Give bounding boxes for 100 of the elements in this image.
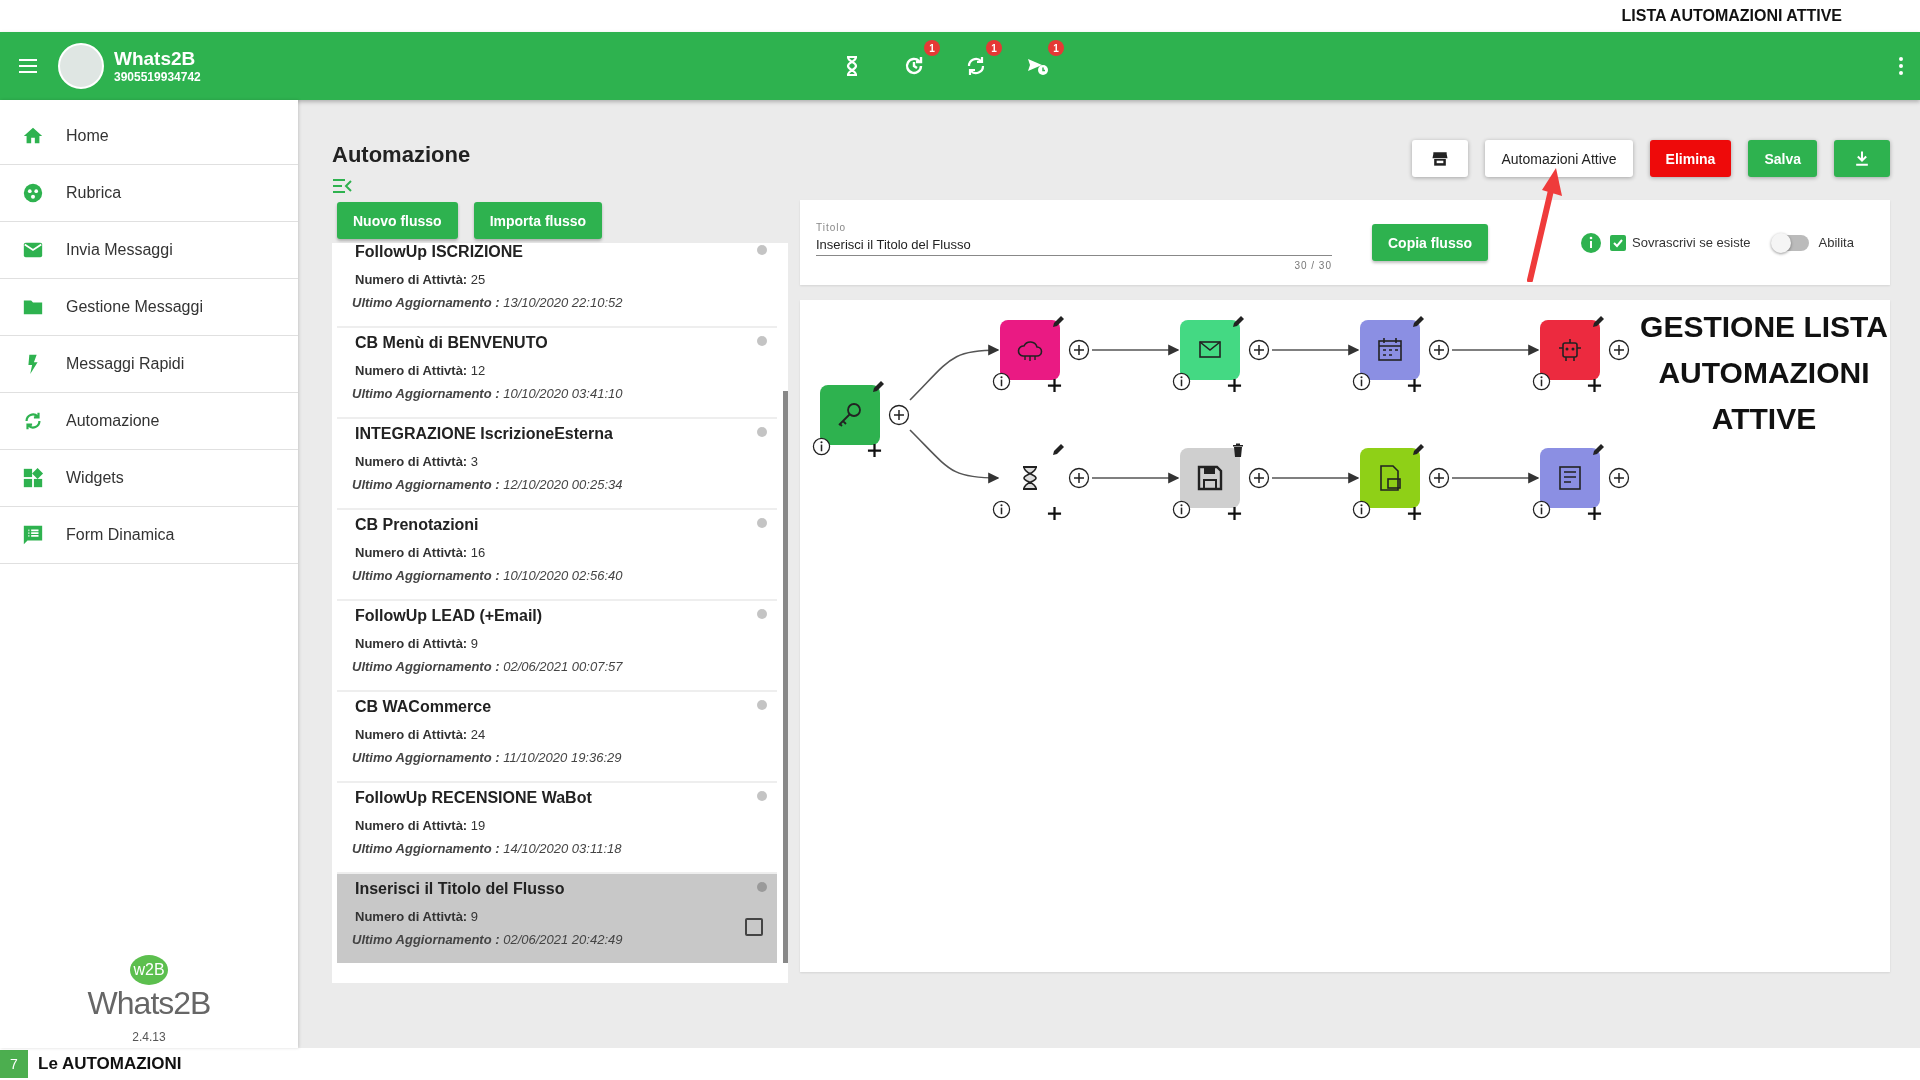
info-icon[interactable] <box>812 437 831 456</box>
plus-icon[interactable] <box>1227 378 1242 393</box>
status-dot <box>757 791 767 801</box>
flow-node[interactable] <box>1000 320 1060 380</box>
flow-list-item[interactable]: CB Menù di BENVENUTO Numero di Attivtà: 12 Ultimo Aggiornamento : 10/10/2020 03:41:10 <box>337 328 777 419</box>
status-dot <box>757 336 767 346</box>
pencil-icon[interactable] <box>1050 314 1066 330</box>
info-icon[interactable] <box>1352 500 1371 519</box>
plus-icon[interactable] <box>867 443 882 458</box>
info-icon[interactable] <box>992 372 1011 391</box>
toggle-label: Abilita <box>1818 235 1854 250</box>
pencil-icon[interactable] <box>1230 314 1246 330</box>
add-circle-icon[interactable] <box>1068 339 1090 361</box>
avatar <box>58 43 104 89</box>
pencil-icon[interactable] <box>870 379 886 395</box>
plus-icon[interactable] <box>1587 506 1602 521</box>
add-circle-icon[interactable] <box>1248 467 1270 489</box>
notification-badge: 1 <box>1048 40 1064 56</box>
pencil-icon[interactable] <box>1590 314 1606 330</box>
action-button[interactable]: Automazioni Attive <box>1485 140 1633 177</box>
flow-list-item[interactable]: CB WACommerce Numero di Attivtà: 24 Ultimo Aggiornamento : 11/10/2020 19:36:29 <box>337 692 777 783</box>
store-button[interactable] <box>1412 140 1469 177</box>
flow-node[interactable] <box>1180 448 1240 508</box>
plus-icon[interactable] <box>1047 378 1062 393</box>
flow-node[interactable] <box>1360 320 1420 380</box>
pencil-icon[interactable] <box>1410 314 1426 330</box>
sidebar-item[interactable]: Invia Messaggi <box>0 222 298 279</box>
info-icon[interactable] <box>1172 500 1191 519</box>
add-circle-icon[interactable] <box>1608 467 1630 489</box>
flow-list-item[interactable]: FollowUp ISCRIZIONE Numero di Attivtà: 25 Ultimo Aggiornamento : 13/10/2020 22:10:52 <box>337 243 777 328</box>
activity-count: Numero di Attivtà: 19 <box>355 818 487 833</box>
notification-badge: 1 <box>924 40 940 56</box>
add-circle-icon[interactable] <box>1608 339 1630 361</box>
plus-icon[interactable] <box>1227 506 1242 521</box>
status-dot <box>757 882 767 892</box>
last-updated: Ultimo Aggiornamento : 10/10/2020 03:41:10 <box>352 386 624 401</box>
scrollbar-thumb[interactable] <box>783 391 788 963</box>
add-circle-icon[interactable] <box>888 404 910 426</box>
sidebar-item[interactable]: Form Dinamica <box>0 507 298 564</box>
flow-title: FollowUp RECENSIONE WaBot <box>355 789 592 807</box>
flow-node[interactable] <box>1540 320 1600 380</box>
flow-list-item[interactable]: Inserisci il Titolo del Flusso Numero di Attivtà: 9 Ultimo Aggiornamento : 02/06/2021 20:42:49 <box>337 874 777 963</box>
trash-icon[interactable] <box>1230 442 1246 458</box>
last-updated: Ultimo Aggiornamento : 13/10/2020 22:10:52 <box>352 295 624 310</box>
plus-icon[interactable] <box>1407 506 1422 521</box>
flow-title: CB Prenotazioni <box>355 516 479 534</box>
add-circle-icon[interactable] <box>1428 467 1450 489</box>
plus-icon[interactable] <box>1587 378 1602 393</box>
flow-node[interactable] <box>1360 448 1420 508</box>
last-updated: Ultimo Aggiornamento : 14/10/2020 03:11:18 <box>352 841 623 856</box>
status-dot <box>757 518 767 528</box>
sidebar-item[interactable]: Gestione Messaggi <box>0 279 298 336</box>
flow-node[interactable] <box>1540 448 1600 508</box>
activity-count: Numero di Attivtà: 12 <box>355 363 487 378</box>
flow-node[interactable] <box>1180 320 1240 380</box>
checkbox-label: Sovrascrivi se esiste <box>1632 235 1751 250</box>
status-dot <box>757 609 767 619</box>
info-icon[interactable] <box>992 500 1011 519</box>
activity-count: Numero di Attivtà: 9 <box>355 636 480 651</box>
info-icon[interactable] <box>1532 372 1551 391</box>
plus-icon[interactable] <box>1047 506 1062 521</box>
plus-icon[interactable] <box>1407 378 1422 393</box>
info-icon[interactable] <box>1172 372 1191 391</box>
add-circle-icon[interactable] <box>1248 339 1270 361</box>
flow-title: CB Menù di BENVENUTO <box>355 334 548 352</box>
sidebar-item[interactable]: Rubrica <box>0 165 298 222</box>
more-icon[interactable] <box>1898 56 1904 76</box>
annotation-text: GESTIONE LISTA AUTOMAZIONI ATTIVE <box>1639 309 1889 437</box>
widgets-icon <box>22 467 44 489</box>
page-caption: LISTA AUTOMAZIONI ATTIVE <box>1621 7 1842 25</box>
flow-list-item[interactable]: FollowUp LEAD (+Email) Numero di Attivtà: 9 Ultimo Aggiornamento : 02/06/2021 00:07:57 <box>337 601 777 692</box>
last-updated: Ultimo Aggiornamento : 02/06/2021 00:07:57 <box>352 659 624 674</box>
flow-title: FollowUp LEAD (+Email) <box>355 607 543 625</box>
activity-count: Numero di Attivtà: 16 <box>355 545 487 560</box>
info-icon[interactable] <box>1352 372 1371 391</box>
flow-title: CB WACommerce <box>355 698 492 716</box>
flow-node[interactable] <box>820 385 880 445</box>
add-circle-icon[interactable] <box>1068 467 1090 489</box>
pencil-icon[interactable] <box>1410 442 1426 458</box>
flow-title: FollowUp ISCRIZIONE <box>355 243 523 261</box>
status-dot <box>757 427 767 437</box>
info-icon[interactable] <box>1532 500 1551 519</box>
add-circle-icon[interactable] <box>1428 339 1450 361</box>
activity-count: Numero di Attivtà: 25 <box>355 272 487 287</box>
flow-list-item[interactable]: CB Prenotazioni Numero di Attivtà: 16 Ultimo Aggiornamento : 10/10/2020 02:56:40 <box>337 510 777 601</box>
app-name: Whats2B <box>114 48 197 70</box>
checkbox[interactable] <box>745 918 763 936</box>
pencil-icon[interactable] <box>1050 442 1066 458</box>
sidebar-item[interactable]: Widgets <box>0 450 298 507</box>
logo-text: Whats2B <box>87 985 211 1022</box>
toggle-switch[interactable] <box>1772 234 1809 251</box>
checkbox[interactable] <box>1610 234 1626 251</box>
activity-count: Numero di Attivtà: 3 <box>355 454 480 469</box>
activity-count: Numero di Attivtà: 9 <box>355 909 480 924</box>
page-title: Automazione <box>332 142 472 168</box>
last-updated: Ultimo Aggiornamento : 10/10/2020 02:56:40 <box>352 568 624 583</box>
action-button[interactable]: Elimina <box>1649 140 1732 177</box>
pencil-icon[interactable] <box>1590 442 1606 458</box>
flow-list-item[interactable]: INTEGRAZIONE IscrizioneEsterna Numero di Attivtà: 3 Ultimo Aggiornamento : 12/10/2020 00:25:34 <box>337 419 777 510</box>
flow-title: Inserisci il Titolo del Flusso <box>355 880 565 898</box>
